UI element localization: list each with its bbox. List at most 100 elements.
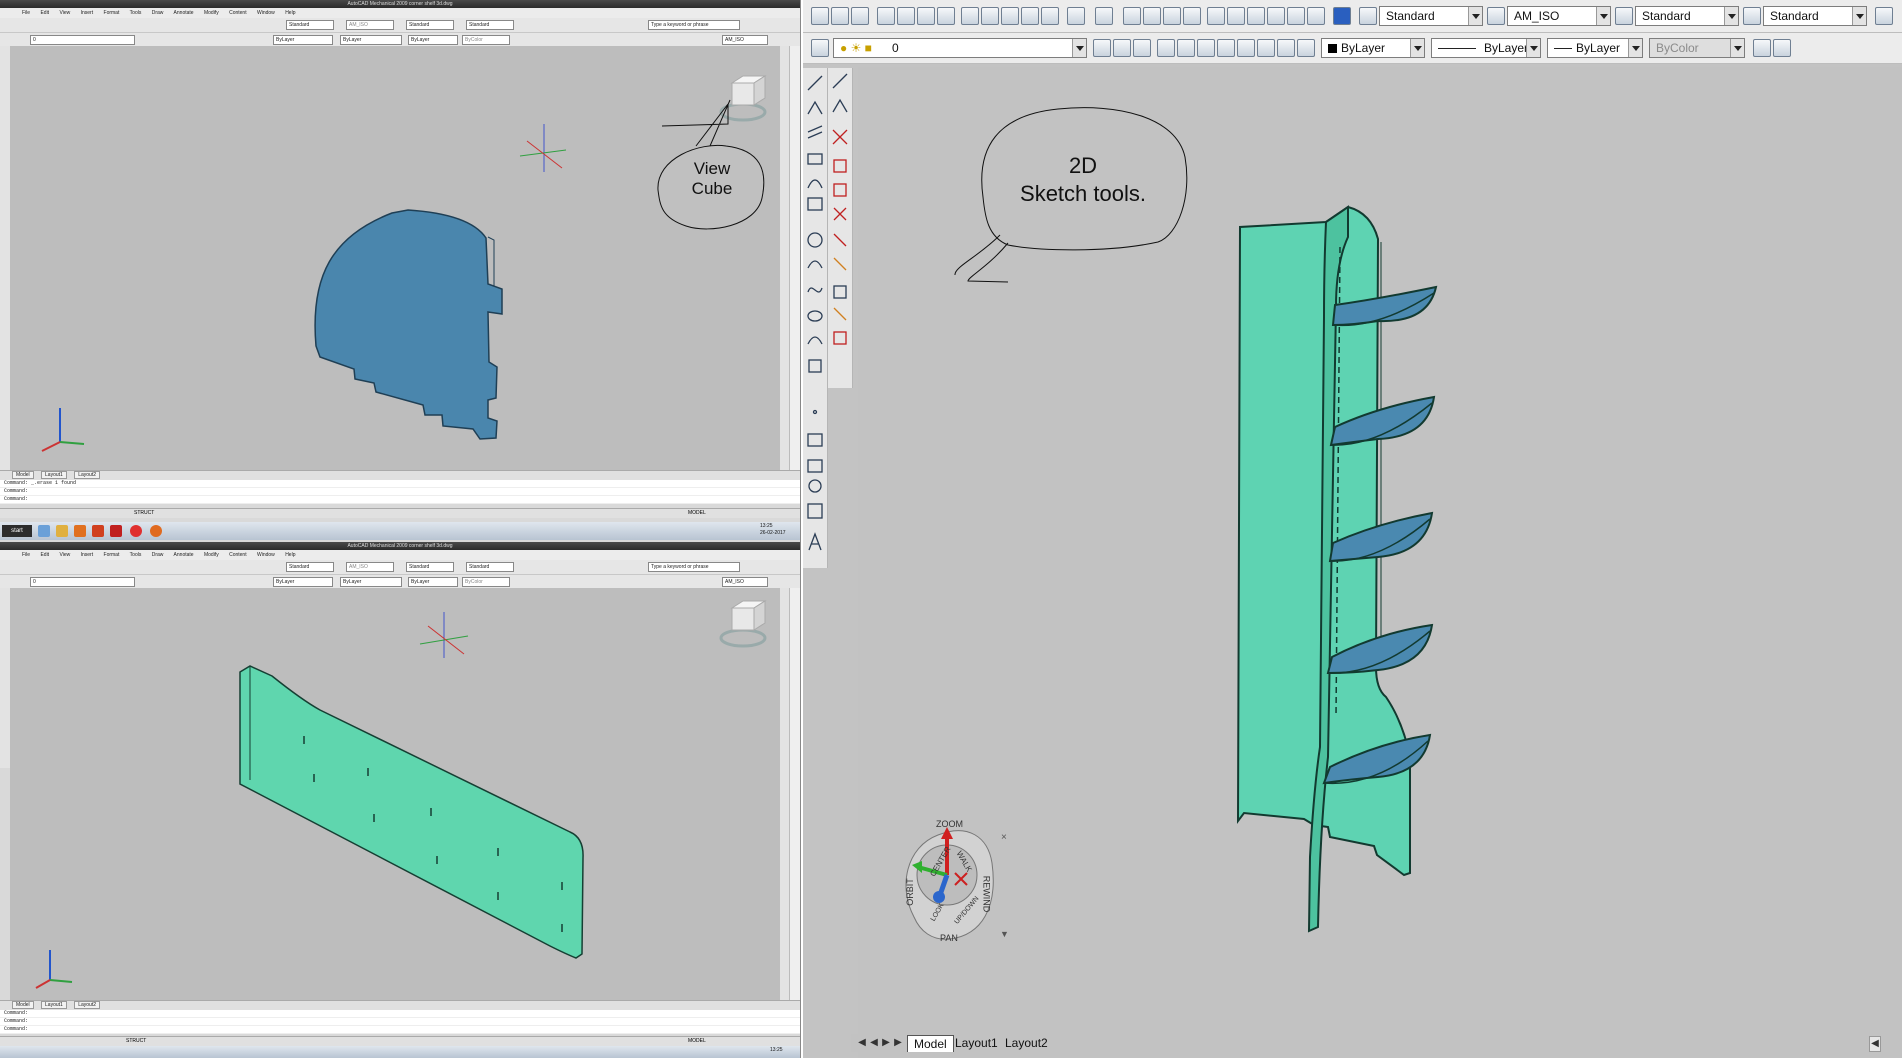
table-style-combo[interactable]: Standard	[1635, 6, 1739, 26]
vertical-scrollbar[interactable]	[789, 46, 800, 470]
dim-style-combo[interactable]: AM_ISO	[1507, 6, 1611, 26]
menu-draw[interactable]: Draw	[152, 552, 164, 558]
menu-file[interactable]: File	[22, 10, 30, 16]
wheel-menu-icon[interactable]: ▼	[1000, 929, 1009, 939]
open-icon[interactable]	[831, 7, 849, 25]
mleader-style-combo[interactable]: Standard	[466, 562, 514, 572]
linetype-combo[interactable]: ByLayer	[1431, 38, 1541, 58]
menu-view[interactable]: View	[59, 552, 70, 558]
folder-icon[interactable]	[56, 525, 68, 537]
zoom-realtime-icon[interactable]	[1143, 7, 1161, 25]
layer-states-icon[interactable]	[1133, 39, 1151, 57]
color-combo[interactable]: ByLayer	[273, 35, 333, 45]
dim-style-combo[interactable]: AM_ISO	[346, 20, 394, 30]
command-line-3[interactable]: Command:	[0, 1026, 800, 1034]
command-window[interactable]: Command: _.erase 1 found Command: Comman…	[0, 480, 800, 504]
zoom-window-icon[interactable]	[1163, 7, 1181, 25]
layer-previous-icon[interactable]	[1113, 39, 1131, 57]
layer-isolate-icon[interactable]	[1157, 39, 1175, 57]
layer-walk-icon[interactable]	[1297, 39, 1315, 57]
wheel-pan-label[interactable]: PAN	[940, 933, 958, 943]
model-status[interactable]: MODEL	[688, 509, 706, 518]
office-icon[interactable]	[92, 525, 104, 537]
cut-icon[interactable]	[961, 7, 979, 25]
3d-dwf-icon[interactable]	[937, 7, 955, 25]
copy-icon[interactable]	[981, 7, 999, 25]
color-combo[interactable]: ByLayer	[273, 577, 333, 587]
dim-style-icon[interactable]	[1487, 7, 1505, 25]
tab-layout1[interactable]: Layout1	[41, 471, 67, 479]
design-center-icon[interactable]	[1227, 7, 1245, 25]
help-icon[interactable]	[1333, 7, 1351, 25]
color-combo[interactable]: ByLayer	[1321, 38, 1425, 58]
make-object-layer-current-icon[interactable]	[1093, 39, 1111, 57]
menu-modify[interactable]: Modify	[204, 10, 219, 16]
tab-layout2[interactable]: Layout2	[74, 1001, 100, 1009]
search-box[interactable]: Type a keyword or phrase	[648, 20, 740, 30]
tab-layout1[interactable]: Layout1	[949, 1035, 1004, 1051]
opera-icon[interactable]	[130, 525, 142, 537]
layer-unisolate-icon[interactable]	[1177, 39, 1195, 57]
prev-tab-icon[interactable]: ◀	[869, 1036, 879, 1050]
layer-combo[interactable]: 0	[30, 35, 135, 45]
menu-format[interactable]: Format	[104, 552, 120, 558]
menu-format[interactable]: Format	[104, 10, 120, 16]
layer-manager-icon[interactable]	[811, 39, 829, 57]
plotstyle-combo[interactable]: ByColor	[462, 35, 510, 45]
table-style-combo[interactable]: Standard	[406, 562, 454, 572]
lineweight-combo[interactable]: ByLayer	[1547, 38, 1643, 58]
wheel-zoom-label[interactable]: ZOOM	[936, 819, 963, 829]
aligned-dimension-icon[interactable]	[1773, 39, 1791, 57]
block-editor-icon[interactable]	[1041, 7, 1059, 25]
menu-help[interactable]: Help	[285, 552, 295, 558]
drawing-canvas[interactable]	[10, 588, 780, 1000]
tab-layout2[interactable]: Layout2	[74, 471, 100, 479]
layer-combo[interactable]: 0	[30, 577, 135, 587]
menu-insert[interactable]: Insert	[81, 552, 94, 558]
table-style-combo[interactable]: Standard	[406, 20, 454, 30]
ie-icon[interactable]	[38, 525, 50, 537]
plotstyle-combo[interactable]: ByColor	[462, 577, 510, 587]
tab-model[interactable]: Model	[907, 1035, 954, 1052]
menu-edit[interactable]: Edit	[40, 552, 49, 558]
first-tab-icon[interactable]: ◀	[857, 1036, 867, 1050]
match-properties-icon[interactable]	[1021, 7, 1039, 25]
tool-palettes-icon[interactable]	[1247, 7, 1265, 25]
pan-icon[interactable]	[1123, 7, 1141, 25]
multileader-style-icon[interactable]	[1743, 7, 1761, 25]
paste-icon[interactable]	[1001, 7, 1019, 25]
command-line-3[interactable]: Command:	[0, 496, 800, 504]
menu-content[interactable]: Content	[229, 10, 247, 16]
menu-annotate[interactable]: Annotate	[174, 552, 194, 558]
tab-model[interactable]: Model	[12, 1001, 34, 1009]
dim-style-combo-2[interactable]: AM_ISO	[722, 35, 768, 45]
menu-modify[interactable]: Modify	[204, 552, 219, 558]
calculator-icon[interactable]	[1307, 7, 1325, 25]
linetype-combo[interactable]: ByLayer	[340, 577, 402, 587]
linetype-combo[interactable]: ByLayer	[340, 35, 402, 45]
tab-layout1[interactable]: Layout1	[41, 1001, 67, 1009]
menu-window[interactable]: Window	[257, 10, 275, 16]
sheet-set-icon[interactable]	[1267, 7, 1285, 25]
lineweight-combo[interactable]: ByLayer	[408, 35, 458, 45]
search-box[interactable]: Type a keyword or phrase	[648, 562, 740, 572]
last-tab-icon[interactable]: ▶	[893, 1036, 903, 1050]
autocad-icon[interactable]	[110, 525, 122, 537]
left-draw-toolbar[interactable]	[0, 588, 10, 768]
markup-icon[interactable]	[1287, 7, 1305, 25]
layer-lock-icon[interactable]	[1237, 39, 1255, 57]
new-icon[interactable]	[811, 7, 829, 25]
menu-window[interactable]: Window	[257, 552, 275, 558]
menu-content[interactable]: Content	[229, 552, 247, 558]
hscroll-left-icon[interactable]: ◀	[1869, 1036, 1881, 1052]
menu-help[interactable]: Help	[285, 10, 295, 16]
menu-view[interactable]: View	[59, 10, 70, 16]
dim-style-combo[interactable]: AM_ISO	[346, 562, 394, 572]
struct-label[interactable]: STRUCT	[126, 1037, 146, 1046]
wheel-close-icon[interactable]: ×	[1001, 832, 1007, 843]
tab-model[interactable]: Model	[12, 471, 34, 479]
next-tab-icon[interactable]: ▶	[881, 1036, 891, 1050]
layer-freeze-icon[interactable]	[1217, 39, 1235, 57]
dimension-icon[interactable]	[1753, 39, 1771, 57]
table-style-icon[interactable]	[1615, 7, 1633, 25]
